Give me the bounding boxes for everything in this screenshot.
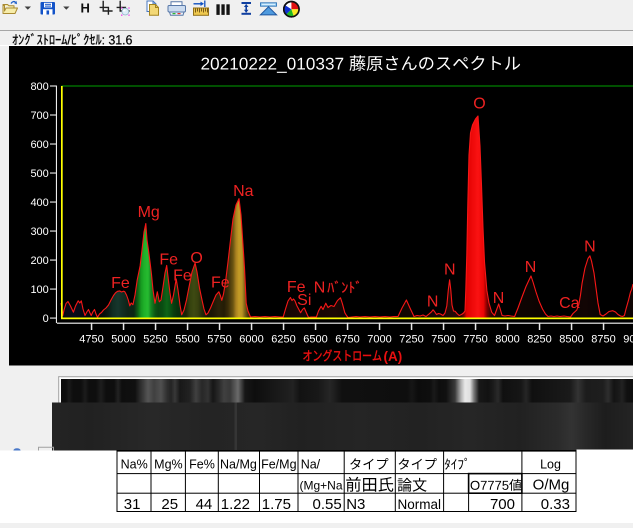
svg-text:Fe%: Fe%	[189, 458, 215, 472]
svg-text:Na: Na	[233, 183, 254, 200]
svg-text:N: N	[444, 262, 456, 279]
svg-text:Na%: Na%	[121, 458, 148, 472]
svg-text:100: 100	[30, 284, 48, 296]
svg-text:Mg%: Mg%	[154, 458, 182, 472]
svg-text:0.55: 0.55	[313, 496, 342, 513]
svg-text:7250: 7250	[399, 333, 423, 345]
svg-text:N: N	[525, 259, 537, 276]
svg-text:1.75: 1.75	[262, 496, 291, 513]
svg-text:31: 31	[124, 496, 141, 513]
svg-text:200: 200	[30, 255, 48, 267]
svg-text:7750: 7750	[463, 333, 487, 345]
svg-text:5500: 5500	[175, 333, 199, 345]
svg-text:O: O	[473, 95, 485, 112]
svg-text:O: O	[190, 250, 202, 267]
svg-text:(A): (A)	[384, 349, 403, 364]
svg-text:O/Mg: O/Mg	[533, 477, 570, 494]
svg-text:N: N	[493, 290, 505, 307]
svg-text:Na/: Na/	[301, 458, 321, 472]
svg-text:N3: N3	[346, 496, 365, 513]
svg-text:700: 700	[30, 110, 48, 122]
svg-text:5000: 5000	[111, 333, 135, 345]
svg-text:1.22: 1.22	[221, 496, 250, 513]
svg-text:300: 300	[30, 226, 48, 238]
svg-text:4750: 4750	[79, 333, 103, 345]
svg-text:Fe/Mg: Fe/Mg	[261, 458, 296, 472]
svg-text:44: 44	[196, 496, 213, 513]
svg-text:6750: 6750	[335, 333, 359, 345]
svg-text:25: 25	[161, 496, 178, 513]
svg-text:N: N	[314, 280, 326, 297]
svg-text:Ca: Ca	[559, 295, 580, 312]
svg-text:N: N	[584, 239, 596, 256]
svg-text:600: 600	[30, 139, 48, 151]
svg-text:700: 700	[490, 496, 515, 513]
svg-text:800: 800	[30, 81, 48, 93]
svg-text:9000: 9000	[623, 333, 633, 345]
svg-text:Log: Log	[540, 458, 561, 472]
svg-text:0.33: 0.33	[541, 496, 570, 513]
svg-text:8500: 8500	[559, 333, 583, 345]
svg-text:500: 500	[30, 168, 48, 180]
svg-text:Si: Si	[297, 292, 311, 309]
svg-text:0: 0	[43, 313, 49, 325]
svg-text:8000: 8000	[495, 333, 519, 345]
svg-text:N: N	[427, 294, 439, 311]
svg-text:8250: 8250	[527, 333, 551, 345]
svg-text:Normal: Normal	[398, 497, 442, 512]
svg-text:6250: 6250	[271, 333, 295, 345]
svg-text:Fe: Fe	[173, 267, 192, 284]
svg-text:Fe: Fe	[111, 275, 130, 292]
svg-text:(Mg+Na: (Mg+Na	[300, 479, 343, 493]
svg-text:Na/Mg: Na/Mg	[220, 458, 257, 472]
svg-text:8750: 8750	[591, 333, 615, 345]
svg-text:400: 400	[30, 197, 48, 209]
svg-text:Fe: Fe	[211, 275, 230, 292]
svg-text:6000: 6000	[239, 333, 263, 345]
svg-text:5750: 5750	[207, 333, 231, 345]
svg-text:7500: 7500	[431, 333, 455, 345]
svg-text:Mg: Mg	[138, 204, 160, 221]
svg-text:Fe: Fe	[159, 252, 178, 269]
svg-text:H: H	[81, 1, 90, 16]
svg-text:6500: 6500	[303, 333, 327, 345]
svg-text:5250: 5250	[143, 333, 167, 345]
svg-text:7000: 7000	[367, 333, 391, 345]
